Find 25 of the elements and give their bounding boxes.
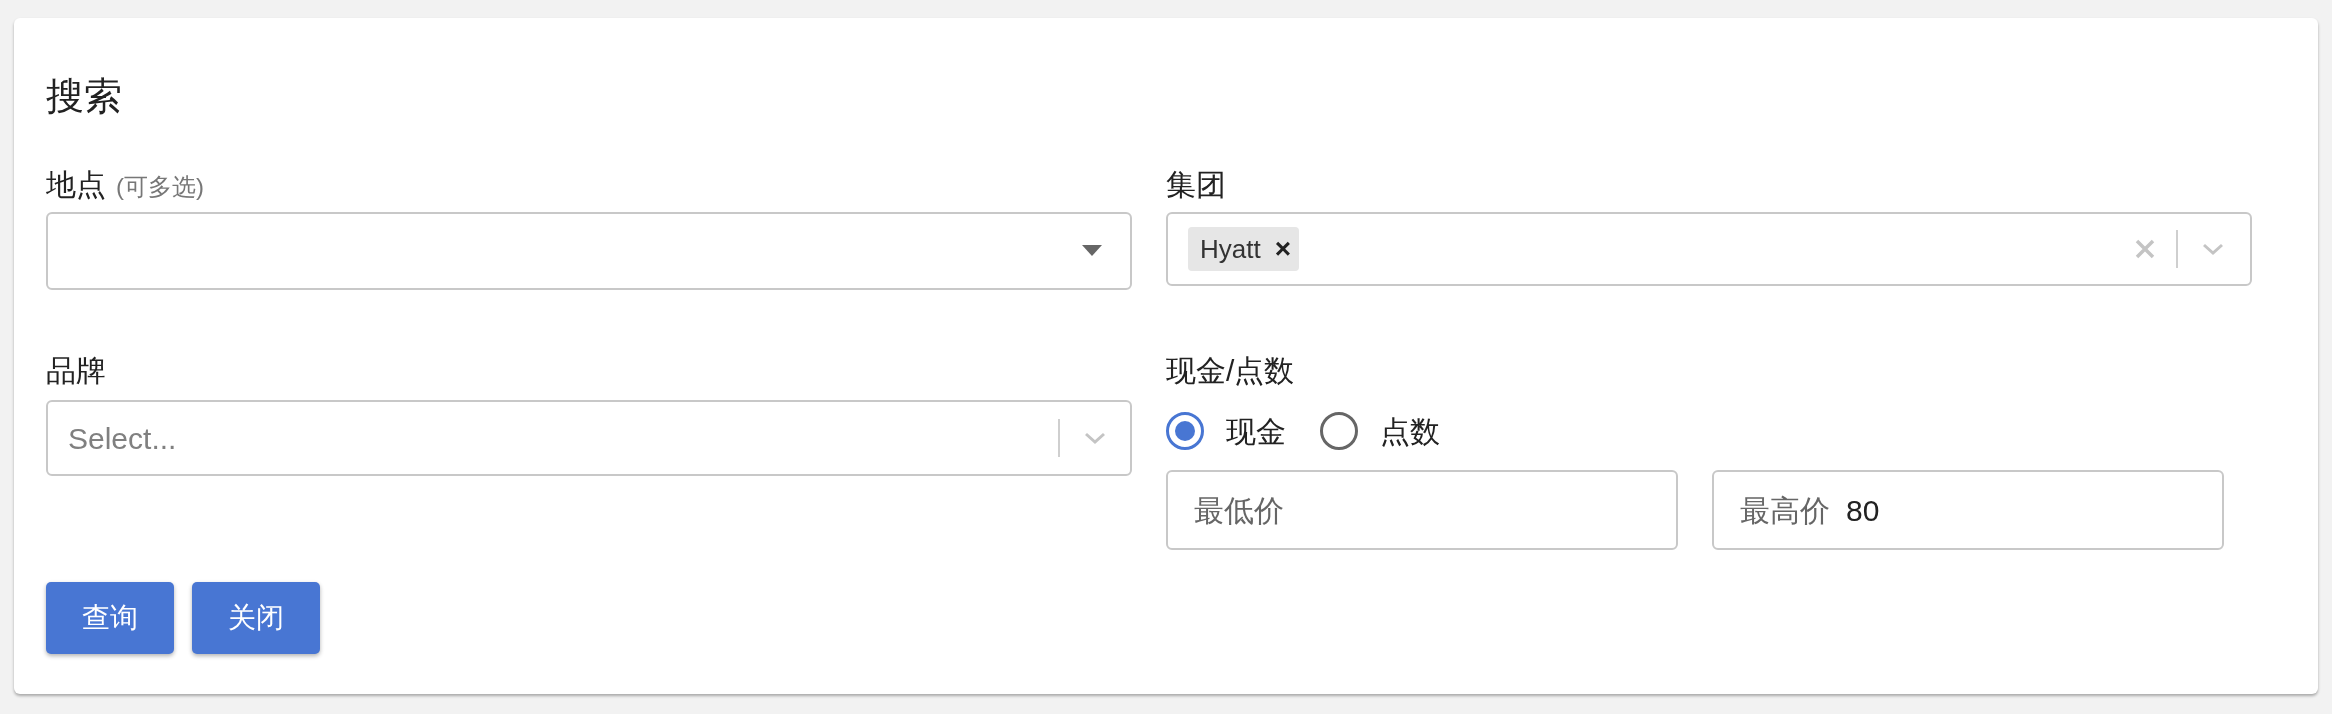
tag-label: Hyatt [1200, 232, 1261, 266]
select-placeholder: Select... [68, 420, 178, 457]
caret-down-icon [1082, 245, 1102, 257]
field-label: 地点 [46, 167, 106, 203]
location-dropdown[interactable] [46, 212, 1132, 290]
clear-icon[interactable] [2134, 238, 2156, 260]
field-hint: (可多选) [116, 172, 204, 202]
brand-select[interactable]: Select... [46, 400, 1132, 476]
radio-button[interactable] [1166, 412, 1204, 450]
field-label: 现金/点数 [1166, 353, 1295, 389]
price-field[interactable]: 最高价 80 [1712, 470, 2224, 550]
radio-button[interactable] [1320, 412, 1358, 450]
radio-label: 点数 [1380, 413, 1440, 450]
action-button[interactable]: 查询 [46, 582, 174, 654]
price-prefix: 最高价 [1740, 492, 1830, 529]
remove-tag-button[interactable]: × [1274, 228, 1292, 270]
price-field[interactable]: 最低价 [1166, 470, 1678, 550]
section-title: 搜索 [46, 74, 122, 119]
price-value: 80 [1846, 492, 1880, 529]
radio-label: 现金 [1226, 413, 1286, 450]
field-label: 品牌 [46, 353, 106, 389]
group-select[interactable]: Hyatt × [1166, 212, 2252, 286]
price-prefix: 最低价 [1194, 492, 1284, 529]
action-button[interactable]: 关闭 [192, 582, 320, 654]
field-label: 集团 [1166, 167, 1226, 203]
